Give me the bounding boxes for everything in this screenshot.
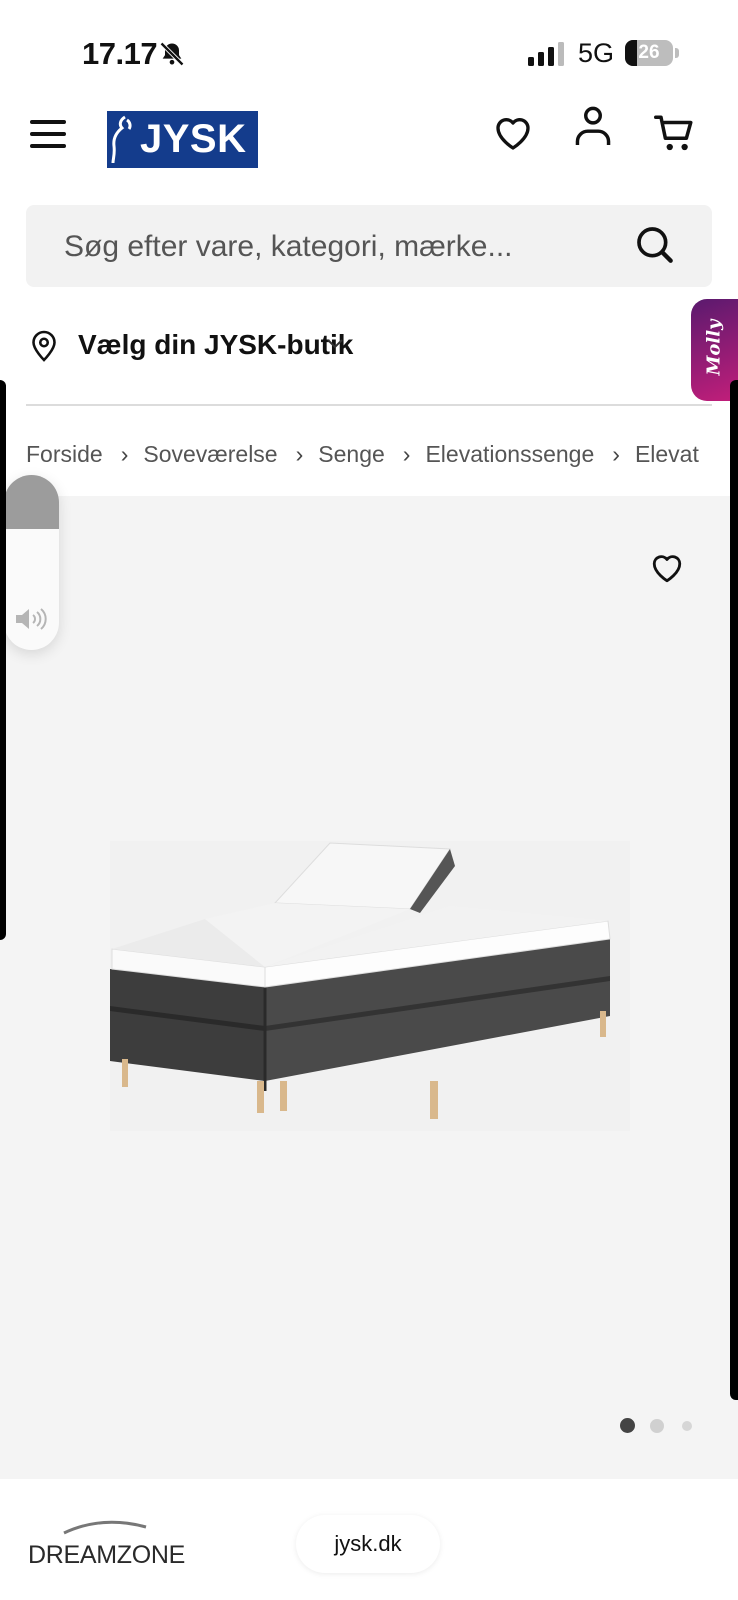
search-input[interactable]: Søg efter vare, kategori, mærke... [64, 230, 513, 264]
screen-edge-left [0, 380, 6, 940]
breadcrumb-item-forside[interactable]: Forside [26, 441, 103, 467]
logo-text: JYSK [140, 117, 247, 161]
screen-edge-right [730, 380, 738, 1400]
elevation-bed-image [110, 841, 630, 1136]
battery-level: 26 [638, 42, 660, 63]
status-time: 17.17 [82, 36, 158, 71]
chevron-right-icon: › [402, 441, 411, 467]
bell-muted-icon [158, 40, 186, 73]
volume-level-fill [4, 475, 59, 529]
breadcrumb: Forside › Soveværelse › Senge › Elevationsseng… [26, 441, 738, 475]
status-bar: 17.17 5G 26 [0, 0, 738, 100]
search-bar[interactable]: Søg efter vare, kategori, mærke... [26, 205, 712, 287]
battery-icon: 26 [625, 40, 673, 66]
signal-icon [528, 42, 566, 71]
dreamzone-brand-text: DREAMZONE [28, 1541, 186, 1569]
chevron-right-icon: › [295, 441, 304, 467]
chevron-down-icon [326, 337, 344, 355]
divider [26, 404, 712, 406]
search-icon[interactable] [634, 224, 674, 269]
logo-figure-icon [111, 115, 132, 164]
jysk-logo[interactable]: JYSK [107, 111, 258, 168]
browser-url-pill[interactable]: jysk.dk [296, 1515, 440, 1573]
site-header: JYSK [0, 100, 738, 200]
breadcrumb-item-sovevaerelse[interactable]: Soveværelse [143, 441, 277, 467]
network-label: 5G [578, 38, 615, 68]
gallery-dot-active[interactable] [620, 1418, 635, 1433]
user-icon[interactable] [574, 105, 612, 152]
add-to-wishlist-heart-icon[interactable] [650, 552, 684, 589]
molly-chat-label[interactable]: Molly [704, 316, 725, 380]
chevron-right-icon: › [612, 441, 620, 467]
volume-hud [4, 475, 59, 650]
speaker-icon [14, 607, 48, 636]
chevron-right-icon: › [120, 441, 129, 467]
breadcrumb-item-elevationssenge[interactable]: Elevationssenge [425, 441, 594, 467]
gallery-dot[interactable] [650, 1419, 664, 1433]
location-pin-icon [30, 329, 58, 368]
dreamzone-swoosh-icon [63, 1520, 147, 1535]
hamburger-menu-icon[interactable] [30, 120, 66, 150]
cart-icon[interactable] [654, 112, 696, 159]
heart-icon[interactable] [493, 114, 533, 157]
gallery-dot[interactable] [682, 1421, 692, 1431]
product-image-gallery[interactable] [0, 496, 738, 1479]
battery-tip [675, 48, 679, 58]
store-selector-label[interactable]: Vælg din JYSK-butik [78, 329, 353, 361]
breadcrumb-item-senge[interactable]: Senge [318, 441, 385, 467]
breadcrumb-item-current[interactable]: Elevat [635, 441, 699, 467]
bottom-bar: DREAMZONE jysk.dk [0, 1479, 738, 1600]
